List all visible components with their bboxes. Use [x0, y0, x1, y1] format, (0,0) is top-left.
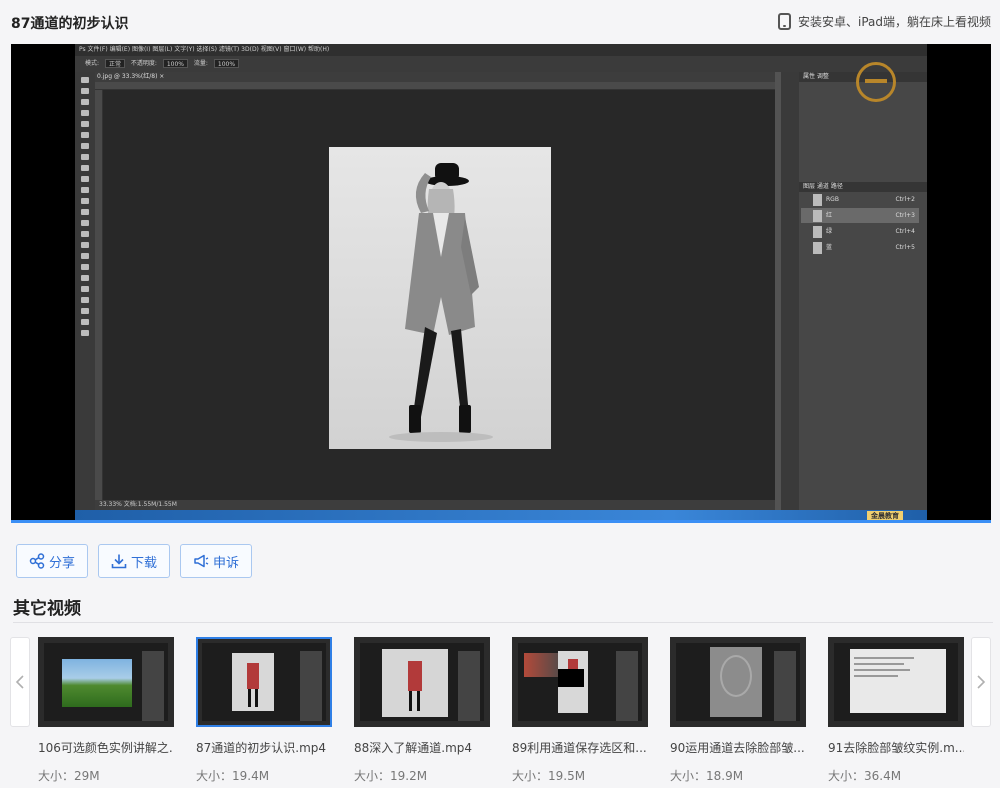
video-player[interactable]: Ps 文件(F) 编辑(E) 图像(I) 图层(L) 文字(Y) 选择(S) 滤… — [11, 44, 991, 522]
video-card[interactable]: 88深入了解通道.mp4 大小：19.2M — [354, 637, 490, 784]
download-icon — [111, 554, 127, 569]
action-bar: 分享 下载 申诉 — [16, 544, 262, 578]
embossed-face-image — [710, 647, 762, 717]
channel-row: 红 Ctrl+3 — [801, 208, 919, 223]
video-title[interactable]: 87通道的初步认识.mp4 — [196, 739, 332, 756]
carousel-next-button[interactable] — [971, 637, 991, 727]
megaphone-icon — [194, 554, 209, 568]
ps-document-tab: 0.jpg @ 33.3%(红/8) × — [95, 72, 775, 82]
ps-ruler-horizontal — [95, 82, 775, 90]
watermark-logo-icon — [856, 62, 896, 102]
ps-channels-head: 图层 通道 路径 — [799, 182, 927, 192]
section-divider — [13, 622, 993, 623]
video-thumbnail[interactable] — [512, 637, 648, 727]
video-thumbnail[interactable] — [38, 637, 174, 727]
model-photo — [329, 147, 551, 449]
chevron-right-icon — [977, 675, 986, 689]
share-icon — [29, 553, 45, 569]
ps-ruler-vertical — [95, 90, 103, 500]
video-thumbnail[interactable] — [828, 637, 964, 727]
other-videos-heading: 其它视频 — [13, 599, 81, 619]
ps-canvas — [103, 90, 775, 500]
ps-panels: 属性 调整 图层 通道 路径 RGB Ctrl+2 红 Ctrl+3 绿 Ctrl+4… — [799, 72, 927, 512]
video-card[interactable]: 106可选颜色实例讲解之... 大小：29M — [38, 637, 174, 784]
video-title[interactable]: 89利用通道保存选区和... — [512, 739, 648, 756]
video-size: 大小：19.4M — [196, 769, 270, 783]
video-size: 大小：36.4M — [828, 769, 902, 783]
video-thumbnail[interactable] — [670, 637, 806, 727]
dialog-image — [850, 649, 946, 713]
video-title[interactable]: 90运用通道去除脸部皱... — [670, 739, 806, 756]
ps-menubar: Ps 文件(F) 编辑(E) 图像(I) 图层(L) 文字(Y) 选择(S) 滤… — [75, 44, 927, 56]
video-size: 大小：19.2M — [354, 769, 428, 783]
download-button[interactable]: 下载 — [98, 544, 171, 578]
download-label: 下载 — [131, 555, 158, 571]
carousel-prev-button[interactable] — [10, 637, 30, 727]
page-header: 87通道的初步认识 安装安卓、iPad端，躺在床上看视频 — [0, 0, 1000, 44]
chevron-left-icon — [15, 675, 24, 689]
video-thumbnail[interactable] — [196, 637, 332, 727]
video-card[interactable]: 91去除脸部皱纹实例.m... 大小：36.4M — [828, 637, 964, 784]
video-size: 大小：29M — [38, 769, 100, 783]
ps-toolbox — [75, 72, 95, 512]
video-thumbnail[interactable] — [354, 637, 490, 727]
video-progress-bar[interactable] — [11, 520, 991, 523]
share-label: 分享 — [49, 555, 76, 571]
ps-status-bar: 33.33% 文档:1.55M/1.55M — [95, 500, 775, 510]
channel-row: 蓝 Ctrl+5 — [801, 240, 919, 255]
ps-options-bar: 模式: 正常 不透明度: 100% 流量: 100% — [75, 56, 927, 72]
video-card[interactable]: 89利用通道保存选区和... 大小：19.5M — [512, 637, 648, 784]
video-size: 大小：18.9M — [670, 769, 744, 783]
report-label: 申诉 — [213, 555, 240, 571]
photo-image — [382, 649, 448, 717]
channel-row: 绿 Ctrl+4 — [801, 224, 919, 239]
video-title[interactable]: 91去除脸部皱纹实例.m... — [828, 739, 964, 756]
report-button[interactable]: 申诉 — [180, 544, 253, 578]
mobile-hint-text: 安装安卓、iPad端，躺在床上看视频 — [797, 15, 991, 29]
video-card[interactable]: 90运用通道去除脸部皱... 大小：18.9M — [670, 637, 806, 784]
ps-panel-icons — [781, 72, 799, 512]
landscape-image — [62, 659, 132, 707]
tablet-icon — [777, 13, 791, 30]
page-title: 87通道的初步认识 — [11, 16, 129, 32]
mobile-app-link[interactable]: 安装安卓、iPad端，躺在床上看视频 — [777, 13, 991, 30]
video-title[interactable]: 88深入了解通道.mp4 — [354, 739, 490, 756]
channel-row: RGB Ctrl+2 — [801, 192, 919, 207]
share-button[interactable]: 分享 — [16, 544, 89, 578]
photoshop-screen: Ps 文件(F) 编辑(E) 图像(I) 图层(L) 文字(Y) 选择(S) 滤… — [75, 44, 927, 522]
video-size: 大小：19.5M — [512, 769, 586, 783]
photo-image — [232, 653, 274, 711]
video-title[interactable]: 106可选颜色实例讲解之... — [38, 739, 174, 756]
video-card[interactable]: 87通道的初步认识.mp4 大小：19.4M — [196, 637, 332, 784]
